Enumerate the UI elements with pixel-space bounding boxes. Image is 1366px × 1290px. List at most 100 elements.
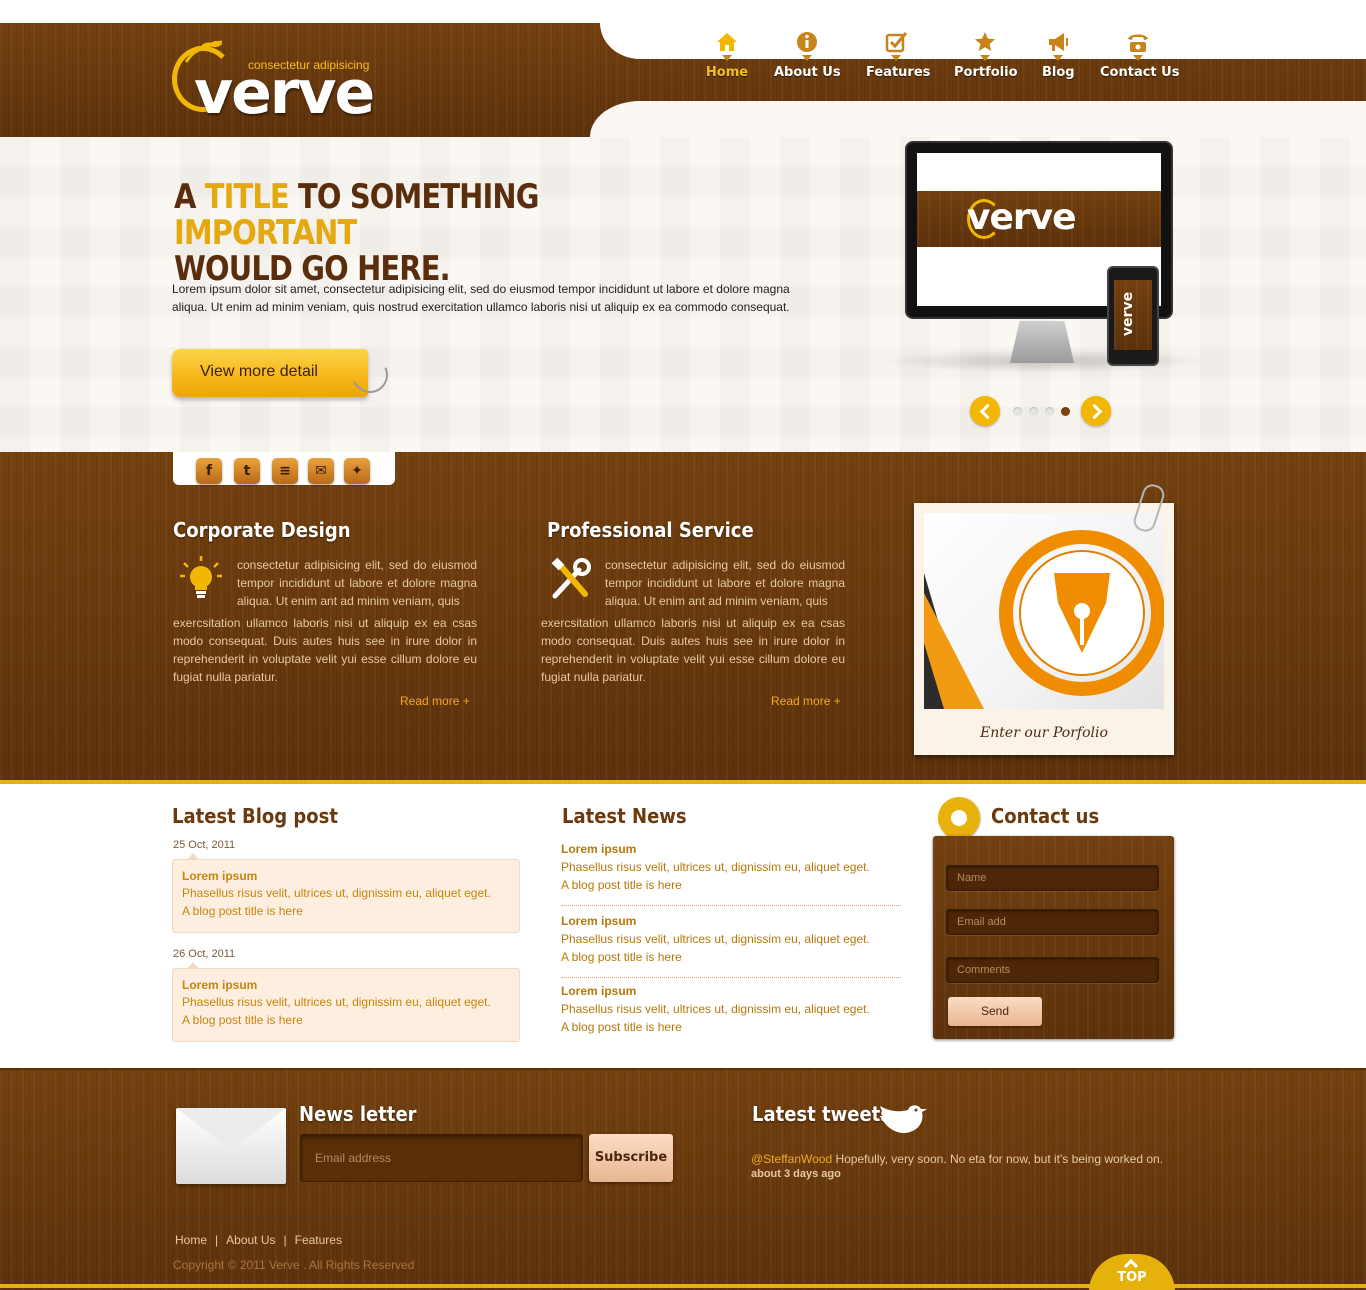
newsletter-title: News letter [299, 1102, 417, 1126]
blog-post-link[interactable]: A blog post title is here [182, 902, 510, 920]
tweets-title: Latest tweets [752, 1102, 891, 1126]
tweet-text: @SteffanWood Hopefully, very soon. No et… [751, 1150, 1181, 1168]
tools-icon [551, 557, 591, 599]
footer-link-features[interactable]: Features [295, 1233, 342, 1247]
social-bar: f t ≡ ✉ ✦ [173, 452, 395, 485]
email-icon[interactable]: ✉ [308, 458, 334, 484]
slider-dot-active[interactable] [1061, 407, 1070, 416]
tweet-user-link[interactable]: @SteffanWood [751, 1152, 832, 1166]
phone-image: verve [1107, 266, 1159, 366]
hero-title-part: TO SOMETHING [288, 177, 539, 217]
corporate-design-intro: consectetur adipisicing elit, sed do eiu… [237, 558, 477, 608]
slider-dot[interactable] [1029, 407, 1038, 416]
nav-pointer [722, 55, 732, 61]
slider-prev-button[interactable] [970, 396, 1000, 426]
news-item-link[interactable]: A blog post title is here [561, 948, 901, 966]
nav-item-home[interactable]: Home [702, 30, 752, 80]
site-footer: News letter Subscribe Latest tweets @Ste… [0, 1068, 1366, 1290]
nav-pointer [802, 55, 812, 61]
copyright-text: Copyright © 2011 Verve . All Rights Rese… [173, 1258, 415, 1272]
tweet-time: about 3 days ago [751, 1168, 841, 1180]
nav-pointer [891, 55, 901, 61]
corporate-design-body: exercsitation ullamco laboris nisi ut al… [173, 616, 477, 684]
checkbox-icon [885, 32, 908, 53]
site-logo[interactable]: consectetur adipisicing verve [172, 40, 382, 128]
footer-accent-line [0, 1284, 1366, 1288]
myspace-icon[interactable]: ✦ [344, 458, 370, 484]
site-header: consectetur adipisicing verve Home About… [0, 0, 1366, 137]
monitor-stand [1010, 321, 1074, 363]
nav-item-portfolio[interactable]: Portfolio [954, 30, 1018, 80]
blog-post-title[interactable]: Lorem ipsum [182, 977, 510, 993]
news-item-link[interactable]: A blog post title is here [561, 1018, 901, 1036]
twitter-icon[interactable]: t [234, 458, 260, 484]
footer-link-home[interactable]: Home [175, 1233, 207, 1247]
news-item-title[interactable]: Lorem ipsum [561, 912, 901, 930]
blog-date: 26 Oct, 2011 [173, 948, 236, 960]
portfolio-card[interactable]: Enter our Porfolio [914, 503, 1174, 755]
contact-email-input[interactable] [946, 909, 1159, 935]
lightbulb-icon [180, 556, 222, 598]
nav-item-contact[interactable]: Contact Us [1100, 30, 1180, 80]
news-item-text: Phasellus risus velit, ultrices ut, dign… [561, 932, 870, 946]
phone-logo: verve [1120, 291, 1137, 337]
nav-pointer [1133, 55, 1143, 61]
newsletter-email-input[interactable] [300, 1134, 583, 1182]
nav-item-features[interactable]: Features [866, 30, 930, 80]
news-item-title[interactable]: Lorem ipsum [561, 982, 901, 1000]
footer-link-about[interactable]: About Us [226, 1233, 275, 1247]
footer-separator: | [215, 1233, 219, 1247]
monitor-logo: verve [967, 197, 1077, 238]
news-item: Lorem ipsum Phasellus risus velit, ultri… [561, 840, 901, 906]
blog-post-card: Lorem ipsum Phasellus risus velit, ultri… [172, 962, 520, 1042]
corporate-read-more-link[interactable]: Read more + [400, 694, 470, 708]
professional-service-title: Professional Service [547, 518, 754, 542]
monitor-screen-header: verve [917, 191, 1161, 247]
nav-pointer [980, 55, 990, 61]
subscribe-button[interactable]: Subscribe [589, 1134, 673, 1182]
professional-read-more-link[interactable]: Read more + [771, 694, 841, 708]
nav-label: Contact Us [1100, 65, 1180, 80]
phone-icon [1128, 34, 1148, 52]
send-button[interactable]: Send [948, 997, 1042, 1026]
blog-post-excerpt: Phasellus risus velit, ultrices ut, dign… [182, 995, 491, 1009]
slider-next-button[interactable] [1081, 396, 1111, 426]
hero-title-accent: TITLE [204, 177, 290, 217]
news-item-text: Phasellus risus velit, ultrices ut, dign… [561, 1002, 870, 1016]
hero-cutout [590, 101, 1366, 137]
contact-comments-input[interactable] [946, 957, 1159, 983]
nav-pointer [1053, 55, 1063, 61]
blog-post-link[interactable]: A blog post title is here [182, 1011, 510, 1029]
facebook-icon[interactable]: f [196, 458, 222, 484]
footer-separator: | [283, 1233, 287, 1247]
hero-title: A TITLE TO SOMETHING IMPORTANT WOULD GO H… [174, 179, 616, 287]
nav-item-blog[interactable]: Blog [1042, 30, 1075, 80]
portfolio-caption: Enter our Porfolio [980, 725, 1108, 741]
nav-item-about[interactable]: About Us [774, 30, 841, 80]
hero-title-part: A [174, 177, 205, 217]
news-item-link[interactable]: A blog post title is here [561, 876, 901, 894]
star-icon [975, 32, 995, 51]
news-section-title: Latest News [562, 804, 687, 828]
slider-dot[interactable] [1045, 407, 1054, 416]
blog-post-title[interactable]: Lorem ipsum [182, 868, 510, 884]
hero-description: Lorem ipsum dolor sit amet, consectetur … [172, 282, 790, 314]
footer-divider [172, 1216, 1174, 1217]
slider-dot[interactable] [1013, 407, 1022, 416]
home-icon [717, 33, 737, 51]
contact-name-input[interactable] [946, 865, 1159, 891]
professional-service-body: exercsitation ullamco laboris nisi ut al… [541, 616, 845, 684]
news-item: Lorem ipsum Phasellus risus velit, ultri… [561, 982, 901, 1048]
contact-section-title: Contact us [991, 804, 1100, 828]
twitter-bird-icon [880, 1105, 927, 1134]
view-more-button[interactable]: View more detail [172, 349, 394, 399]
news-item-title[interactable]: Lorem ipsum [561, 840, 901, 858]
envelope-icon [176, 1108, 286, 1184]
nav-label: Blog [1042, 65, 1075, 80]
blog-post-excerpt: Phasellus risus velit, ultrices ut, dign… [182, 886, 491, 900]
nav-label: Portfolio [954, 65, 1018, 80]
contact-form: Send [933, 836, 1174, 1039]
corporate-design-title: Corporate Design [173, 518, 351, 542]
rss-icon[interactable]: ≡ [272, 458, 298, 484]
header-top-strip [0, 0, 1366, 23]
